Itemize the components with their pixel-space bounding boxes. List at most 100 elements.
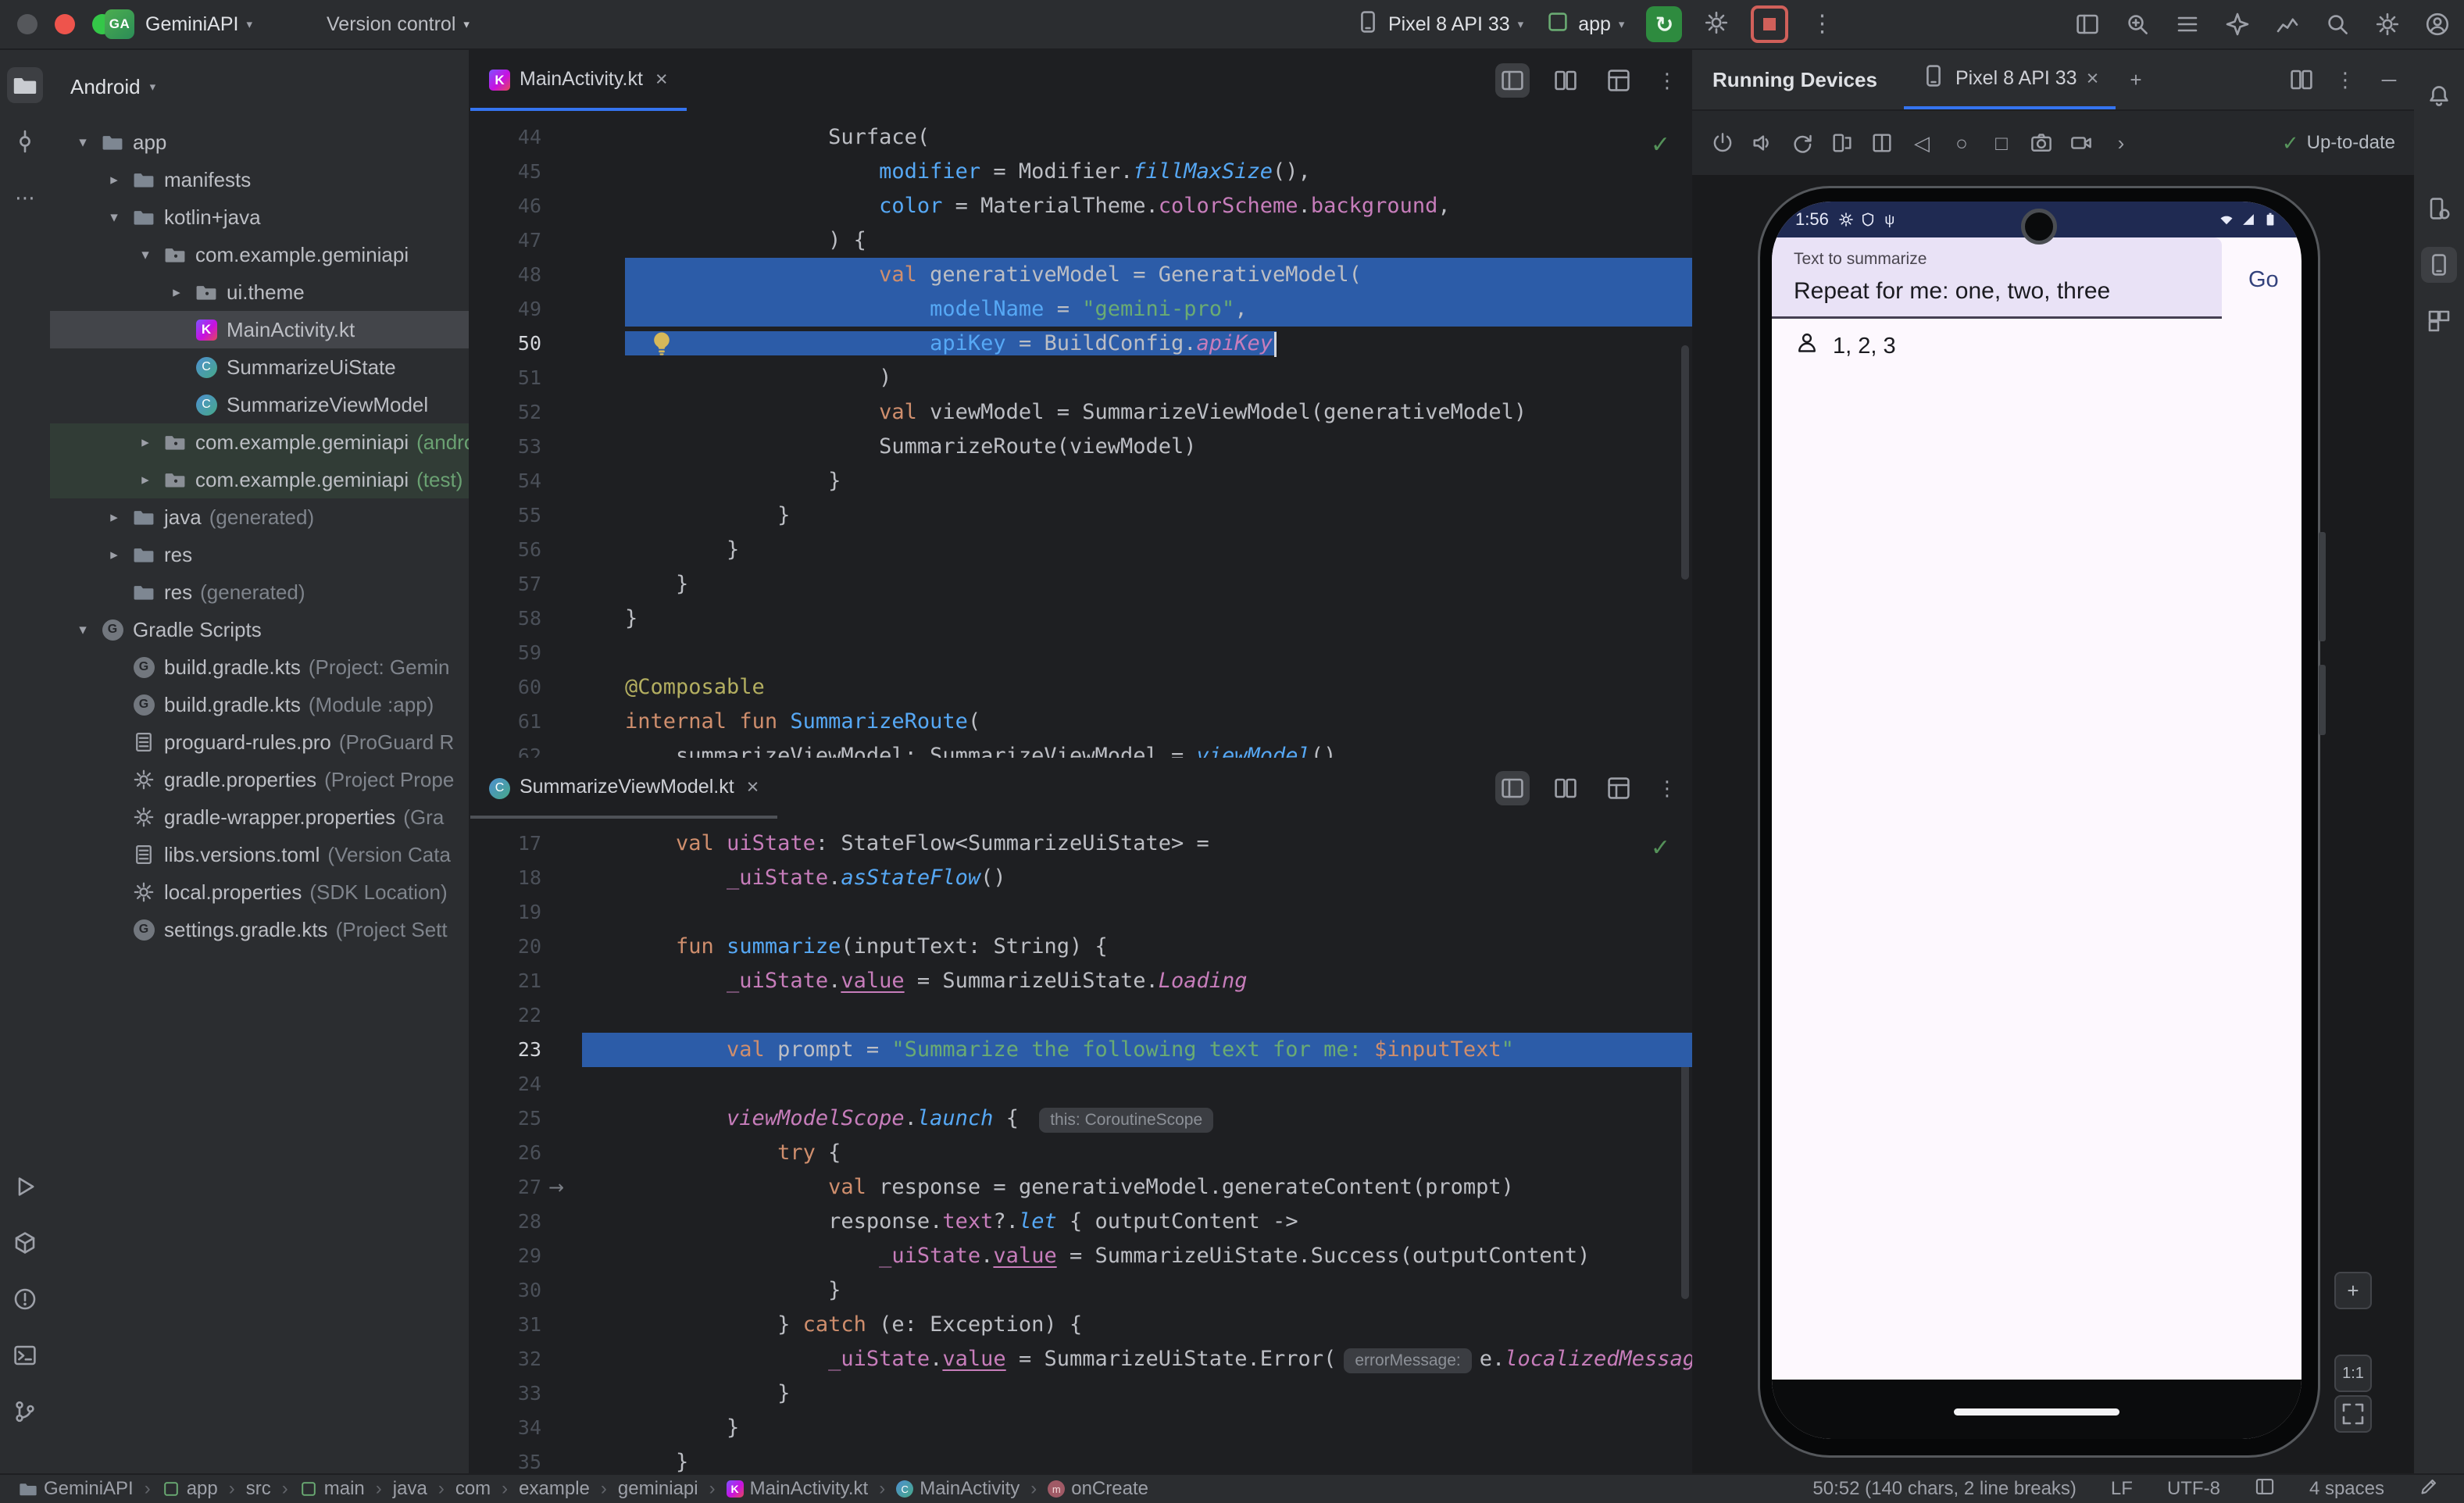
breadcrumb-item[interactable]: GeminiAPI <box>19 1478 134 1500</box>
pen-icon[interactable] <box>2419 1476 2439 1497</box>
breadcrumb-item[interactable]: java <box>393 1478 427 1500</box>
breadcrumb-item[interactable]: example <box>519 1478 590 1500</box>
video-icon[interactable] <box>2069 131 2093 155</box>
tree-item[interactable]: ▸manifests <box>50 161 469 198</box>
editor-mainactivity[interactable]: ✓ 44 Surface(45 modifier = Modifier.fill… <box>470 111 1692 758</box>
code-line-21[interactable]: 21 _uiState.value = SummarizeUiState.Loa… <box>470 964 1692 998</box>
code-line-57[interactable]: 57 } <box>470 567 1692 602</box>
code-line-58[interactable]: 58} <box>470 602 1692 636</box>
device-selector[interactable]: Pixel 8 API 33 ▾ <box>1355 0 1523 48</box>
breadcrumb-item[interactable]: app <box>162 1478 218 1500</box>
code-line-29[interactable]: 29 _uiState.value = SummarizeUiState.Suc… <box>470 1239 1692 1273</box>
code-line-28[interactable]: 28 response.text?.let { outputContent -> <box>470 1205 1692 1239</box>
run-config-selector[interactable]: app ▾ <box>1545 0 1624 48</box>
code-line-62[interactable]: 62 summarizeViewModel: SummarizeViewMode… <box>470 739 1692 758</box>
file-encoding[interactable]: UTF-8 <box>2167 1478 2220 1500</box>
breadcrumb-item[interactable]: monCreate <box>1048 1478 1148 1500</box>
settings-gear-icon[interactable] <box>2375 12 2400 37</box>
code-line-50[interactable]: 50 apiKey = BuildConfig.apiKey <box>470 327 1692 361</box>
tool-strip-layout-inspector[interactable] <box>2421 303 2457 339</box>
summarize-input-field[interactable]: Text to summarize Repeat for me: one, tw… <box>1772 237 2222 319</box>
tree-item[interactable]: proguard-rules.pro(ProGuard R <box>50 723 469 761</box>
code-line-23[interactable]: 23 val prompt = "Summarize the following… <box>470 1033 1692 1067</box>
tree-item[interactable]: CSummarizeUiState <box>50 348 469 386</box>
tab-mainactivity[interactable]: K MainActivity.kt × <box>470 50 687 111</box>
code-line-25[interactable]: 25 viewModelScope.launch { this: Corouti… <box>470 1101 1692 1136</box>
window-minimize-button[interactable] <box>55 14 75 34</box>
code-line-34[interactable]: 34 } <box>470 1411 1692 1445</box>
tool-strip-terminal[interactable] <box>7 1337 43 1373</box>
chevron-right-icon[interactable]: ▸ <box>130 434 161 452</box>
split-icon[interactable] <box>2289 67 2314 92</box>
zoom-fit-button[interactable] <box>2334 1395 2372 1433</box>
code-line-47[interactable]: 47 ) { <box>470 223 1692 258</box>
fold-out-icon[interactable] <box>1870 131 1894 155</box>
tree-item[interactable]: ▾app <box>50 123 469 161</box>
breadcrumb-item[interactable]: CMainActivity <box>896 1478 1020 1500</box>
tool-strip-problems[interactable] <box>7 1281 43 1317</box>
code-line-27[interactable]: 27→ val response = generativeModel.gener… <box>470 1170 1692 1205</box>
chevron-down-icon[interactable]: ▾ <box>67 621 98 639</box>
split-view-button[interactable] <box>1548 771 1583 805</box>
code-line-45[interactable]: 45 modifier = Modifier.fillMaxSize(), <box>470 155 1692 189</box>
close-icon[interactable]: × <box>655 67 668 91</box>
chevron-down-icon[interactable]: ▾ <box>67 134 98 152</box>
chevron-right-icon[interactable]: ▸ <box>98 171 130 189</box>
chevron-down-icon[interactable]: ▾ <box>130 246 161 264</box>
layout-icon[interactable] <box>2075 12 2100 37</box>
kebab-icon[interactable]: ⋮ <box>2333 67 2358 92</box>
code-line-49[interactable]: 49 modelName = "gemini-pro", <box>470 292 1692 327</box>
code-line-31[interactable]: 31 } catch (e: Exception) { <box>470 1308 1692 1342</box>
code-line-52[interactable]: 52 val viewModel = SummarizeViewModel(ge… <box>470 395 1692 430</box>
overview-icon[interactable]: □ <box>1990 131 2013 155</box>
code-line-20[interactable]: 20 fun summarize(inputText: String) { <box>470 930 1692 964</box>
code-line-46[interactable]: 46 color = MaterialTheme.colorScheme.bac… <box>470 189 1692 223</box>
fold-icon[interactable] <box>1830 131 1854 155</box>
go-button[interactable]: Go <box>2248 267 2279 293</box>
emulator-screen[interactable]: 1:56 ψ Text to summarize Repeat for me: … <box>1772 202 2302 1439</box>
home-icon[interactable]: ○ <box>1950 131 1973 155</box>
minimize-icon[interactable]: ─ <box>2377 67 2402 92</box>
tool-strip-build[interactable] <box>7 1225 43 1261</box>
back-icon[interactable]: ◁ <box>1910 131 1934 155</box>
line-separator[interactable]: LF <box>2111 1478 2133 1500</box>
stop-button[interactable] <box>1751 5 1788 43</box>
menu-icon[interactable] <box>2175 12 2200 37</box>
caret-position[interactable]: 50:52 (140 chars, 2 line breaks) <box>1812 1478 2077 1500</box>
tree-item[interactable]: local.properties(SDK Location) <box>50 873 469 911</box>
code-line-61[interactable]: 61internal fun SummarizeRoute( <box>470 705 1692 739</box>
preview-view-button[interactable] <box>1602 63 1636 98</box>
layout-view-button[interactable] <box>1495 771 1530 805</box>
code-line-19[interactable]: 19 <box>470 895 1692 930</box>
code-line-33[interactable]: 33 } <box>470 1376 1692 1411</box>
close-icon[interactable]: × <box>2087 66 2099 91</box>
close-icon[interactable]: × <box>747 775 759 799</box>
breadcrumb-item[interactable]: src <box>246 1478 271 1500</box>
code-line-48[interactable]: 48 val generativeModel = GenerativeModel… <box>470 258 1692 292</box>
tree-item[interactable]: KMainActivity.kt <box>50 311 469 348</box>
code-line-22[interactable]: 22 <box>470 998 1692 1033</box>
rotate-icon[interactable] <box>1791 131 1814 155</box>
breadcrumb-item[interactable]: com <box>455 1478 491 1500</box>
editor-more-icon[interactable]: ⋮ <box>1655 776 1680 801</box>
code-line-60[interactable]: 60@Composable <box>470 670 1692 705</box>
layout-icon[interactable] <box>2255 1476 2275 1497</box>
code-line-51[interactable]: 51 ) <box>470 361 1692 395</box>
window-close-button[interactable] <box>17 14 37 34</box>
split-view-button[interactable] <box>1548 63 1583 98</box>
code-line-24[interactable]: 24 <box>470 1067 1692 1101</box>
more-actions-button[interactable]: ⋮ <box>1810 12 1834 36</box>
code-line-35[interactable]: 35 } <box>470 1445 1692 1473</box>
avatar-icon[interactable] <box>2425 12 2450 37</box>
breadcrumb-item[interactable]: KMainActivity.kt <box>727 1478 869 1500</box>
tool-strip-bell[interactable] <box>2421 78 2457 114</box>
ai-icon[interactable] <box>2225 12 2250 37</box>
code-line-18[interactable]: 18 _uiState.asStateFlow() <box>470 861 1692 895</box>
rerun-app-button[interactable]: ↻ <box>1646 6 1682 42</box>
vcs-selector[interactable]: Version control ▾ <box>327 0 470 48</box>
tool-strip-running-devices[interactable] <box>2421 247 2457 283</box>
tree-item[interactable]: ▾com.example.geminiapi <box>50 236 469 273</box>
chevron-icon[interactable]: › <box>2109 131 2133 155</box>
chevron-right-icon[interactable]: ▸ <box>98 546 130 564</box>
tree-item[interactable]: libs.versions.toml(Version Cata <box>50 836 469 873</box>
